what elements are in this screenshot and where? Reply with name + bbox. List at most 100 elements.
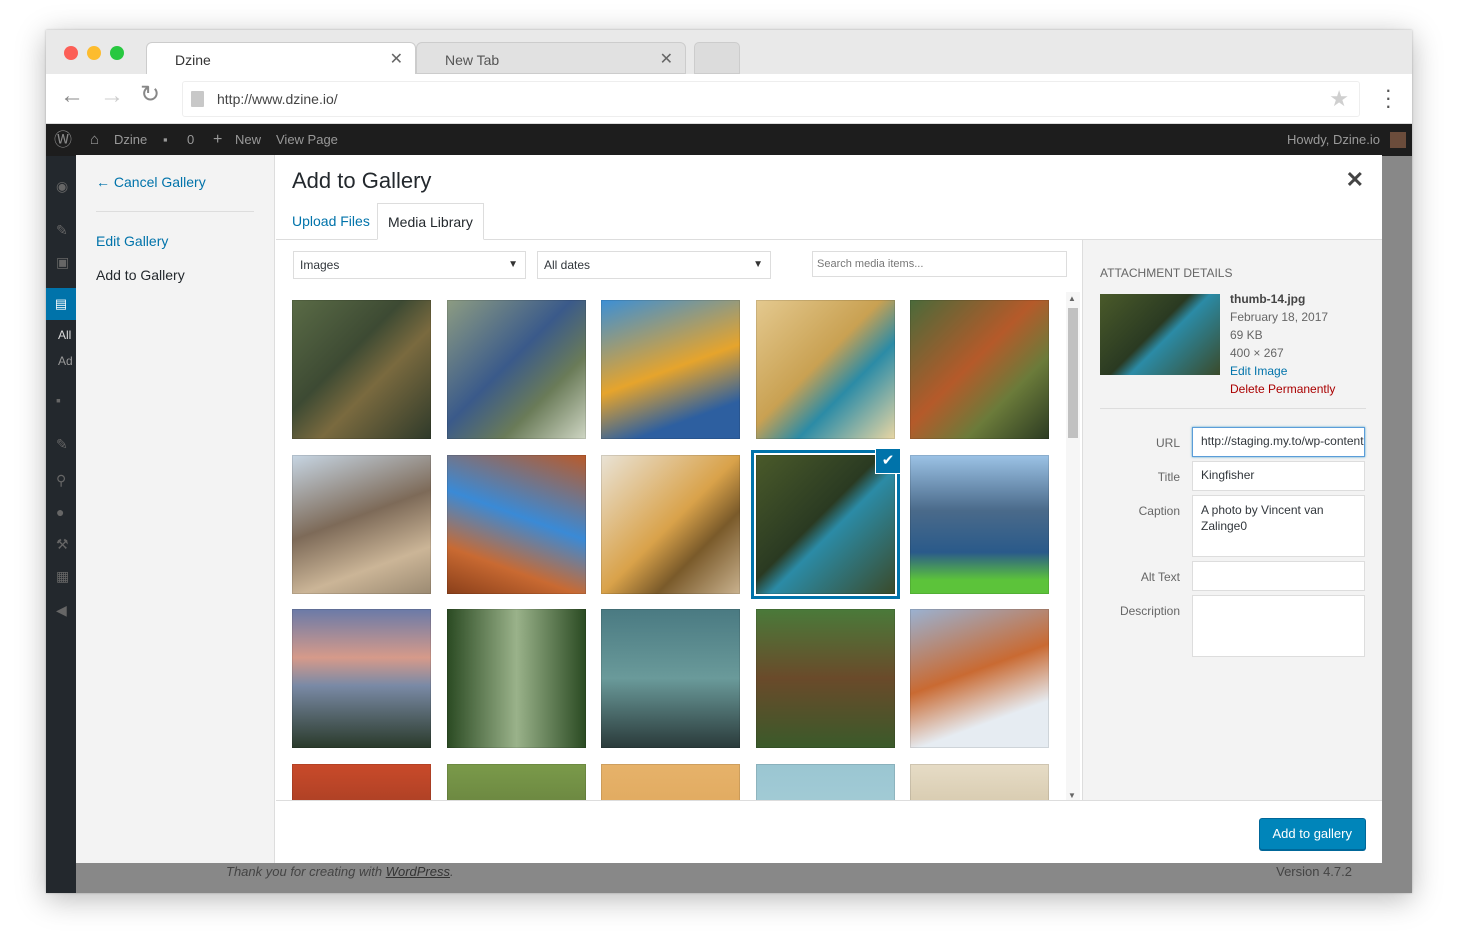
close-tab-icon[interactable]: ✕ bbox=[660, 43, 673, 77]
back-icon[interactable]: ← bbox=[60, 82, 84, 110]
appearance-icon[interactable]: ✎ bbox=[56, 436, 68, 453]
attachment-thumbnail[interactable] bbox=[756, 609, 895, 748]
url-field[interactable]: http://www.dzine.io/ ★ bbox=[182, 81, 1360, 117]
plugins-icon[interactable]: ⚲ bbox=[56, 472, 66, 489]
tab-dzine[interactable]: Dzine ✕ bbox=[146, 42, 416, 74]
checkmark-icon[interactable]: ✔ bbox=[876, 449, 900, 473]
description-label: Description bbox=[1119, 604, 1180, 618]
tab-new-tab[interactable]: New Tab ✕ bbox=[416, 42, 686, 74]
media-menu: ← Cancel Gallery Edit Gallery Add to Gal… bbox=[76, 155, 275, 863]
scrollbar-thumb[interactable] bbox=[1068, 308, 1078, 438]
menu-item-add-to-gallery[interactable]: Add to Gallery bbox=[96, 267, 185, 283]
attachment-thumbnail[interactable] bbox=[292, 300, 431, 439]
attachment-thumbnail[interactable] bbox=[447, 609, 586, 748]
cancel-gallery-link[interactable]: ← Cancel Gallery bbox=[96, 174, 206, 190]
wordpress-logo-icon[interactable]: Ⓦ bbox=[54, 124, 72, 156]
pages-icon[interactable]: ▤ bbox=[46, 288, 76, 320]
attachment-thumbnail[interactable] bbox=[292, 455, 431, 594]
close-window-button[interactable] bbox=[64, 46, 78, 60]
attachment-thumbnail[interactable] bbox=[910, 609, 1049, 748]
posts-icon[interactable]: ✎ bbox=[56, 222, 68, 239]
media-toolbar: Add to gallery bbox=[276, 800, 1382, 863]
howdy-link[interactable]: Howdy, Dzine.io bbox=[1287, 124, 1380, 156]
attachment-thumbnail[interactable] bbox=[601, 609, 740, 748]
chevron-down-icon: ▼ bbox=[753, 259, 763, 270]
settings-icon[interactable]: ▦ bbox=[56, 568, 69, 585]
comments-count[interactable]: 0 bbox=[187, 124, 194, 156]
reload-icon[interactable]: ↻ bbox=[140, 80, 160, 109]
close-icon[interactable]: ✕ bbox=[1346, 167, 1364, 193]
attachment-thumbnail[interactable] bbox=[292, 764, 431, 800]
users-icon[interactable]: ● bbox=[56, 504, 64, 520]
view-page-link[interactable]: View Page bbox=[276, 124, 338, 156]
chevron-down-icon: ▼ bbox=[508, 259, 518, 270]
search-input[interactable]: Search media items... bbox=[812, 251, 1067, 277]
minimize-window-button[interactable] bbox=[87, 46, 101, 60]
attachment-thumbnail[interactable] bbox=[756, 300, 895, 439]
url-label: URL bbox=[1155, 436, 1180, 450]
caption-field[interactable]: A photo by Vincent van Zalinge0 bbox=[1192, 495, 1365, 557]
bookmark-star-icon[interactable]: ★ bbox=[1329, 86, 1349, 112]
attachments-grid: ✔ bbox=[292, 300, 1052, 800]
attachment-thumbnail[interactable] bbox=[601, 455, 740, 594]
attachment-dimensions: 400 × 267 bbox=[1230, 346, 1284, 360]
edit-image-link[interactable]: Edit Image bbox=[1230, 364, 1287, 378]
sidebar-item-all[interactable]: All bbox=[58, 328, 71, 342]
comments-icon[interactable]: ▪ bbox=[163, 124, 168, 156]
forward-icon[interactable]: → bbox=[100, 82, 124, 110]
date-filter[interactable]: All dates ▼ bbox=[537, 251, 771, 279]
tab-title: Dzine bbox=[175, 52, 211, 68]
admin-footer: Thank you for creating with WordPress. bbox=[226, 864, 454, 879]
dashboard-icon[interactable]: ◉ bbox=[56, 178, 68, 195]
attachment-thumbnail[interactable] bbox=[910, 764, 1049, 800]
attachment-thumbnail[interactable] bbox=[601, 300, 740, 439]
attachment-date: February 18, 2017 bbox=[1230, 310, 1329, 324]
browser-window: Dzine ✕ New Tab ✕ ← → ↻ http://www.dzine… bbox=[46, 30, 1412, 893]
plus-icon[interactable]: + bbox=[213, 124, 222, 156]
maximize-window-button[interactable] bbox=[110, 46, 124, 60]
delete-permanently-link[interactable]: Delete Permanently bbox=[1230, 382, 1335, 396]
attachment-thumbnail[interactable] bbox=[447, 300, 586, 439]
attachment-filesize: 69 KB bbox=[1230, 328, 1263, 342]
attachment-thumbnail[interactable] bbox=[447, 455, 586, 594]
scroll-up-icon[interactable]: ▲ bbox=[1068, 294, 1076, 303]
collapse-menu-icon[interactable]: ◀ bbox=[56, 602, 67, 619]
user-avatar[interactable] bbox=[1390, 132, 1406, 148]
attachment-thumbnail[interactable] bbox=[292, 609, 431, 748]
attachment-thumbnail[interactable] bbox=[910, 455, 1049, 594]
address-bar: ← → ↻ http://www.dzine.io/ ★ · · · bbox=[46, 74, 1412, 124]
description-field[interactable] bbox=[1192, 595, 1365, 657]
media-icon[interactable]: ▣ bbox=[56, 254, 69, 271]
home-icon[interactable]: ⌂ bbox=[90, 124, 99, 156]
url-field[interactable]: http://staging.my.to/wp-content bbox=[1192, 427, 1365, 457]
version-text: Version 4.7.2 bbox=[1276, 864, 1352, 879]
tab-media-library[interactable]: Media Library bbox=[377, 203, 484, 240]
wordpress-admin: Ⓦ ⌂ Dzine ▪ 0 + New View Page Howdy, Dzi… bbox=[46, 124, 1412, 893]
scrollbar[interactable]: ▲ ▼ bbox=[1066, 292, 1080, 802]
menu-item-edit-gallery[interactable]: Edit Gallery bbox=[96, 233, 168, 249]
attachment-thumbnail[interactable] bbox=[910, 300, 1049, 439]
sidebar-item-add[interactable]: Ad bbox=[58, 354, 73, 368]
title-label: Title bbox=[1157, 470, 1180, 484]
alt-text-label: Alt Text bbox=[1140, 570, 1180, 584]
close-tab-icon[interactable]: ✕ bbox=[390, 43, 403, 77]
title-field[interactable]: Kingfisher bbox=[1192, 461, 1365, 491]
new-tab-button[interactable] bbox=[694, 42, 740, 74]
add-to-gallery-button[interactable]: Add to gallery bbox=[1258, 818, 1366, 850]
new-link[interactable]: New bbox=[235, 124, 261, 156]
attachment-thumbnail[interactable] bbox=[447, 764, 586, 800]
attachment-thumbnail[interactable] bbox=[601, 764, 740, 800]
scroll-down-icon[interactable]: ▼ bbox=[1068, 791, 1076, 800]
tools-icon[interactable]: ⚒ bbox=[56, 536, 69, 553]
attachment-details-heading: Attachment Details bbox=[1100, 266, 1233, 280]
site-name-link[interactable]: Dzine bbox=[114, 124, 147, 156]
tab-upload-files[interactable]: Upload Files bbox=[282, 203, 380, 240]
attachment-preview bbox=[1100, 294, 1220, 375]
browser-menu-icon[interactable]: · · · bbox=[1385, 79, 1392, 117]
attachment-thumbnail[interactable] bbox=[756, 764, 895, 800]
comments-menu-icon[interactable]: ▪ bbox=[56, 392, 61, 408]
alt-text-field[interactable] bbox=[1192, 561, 1365, 591]
selected-attachment-thumbnail[interactable]: ✔ bbox=[751, 449, 900, 599]
media-type-filter[interactable]: Images ▼ bbox=[293, 251, 526, 279]
wordpress-link[interactable]: WordPress bbox=[386, 864, 450, 879]
